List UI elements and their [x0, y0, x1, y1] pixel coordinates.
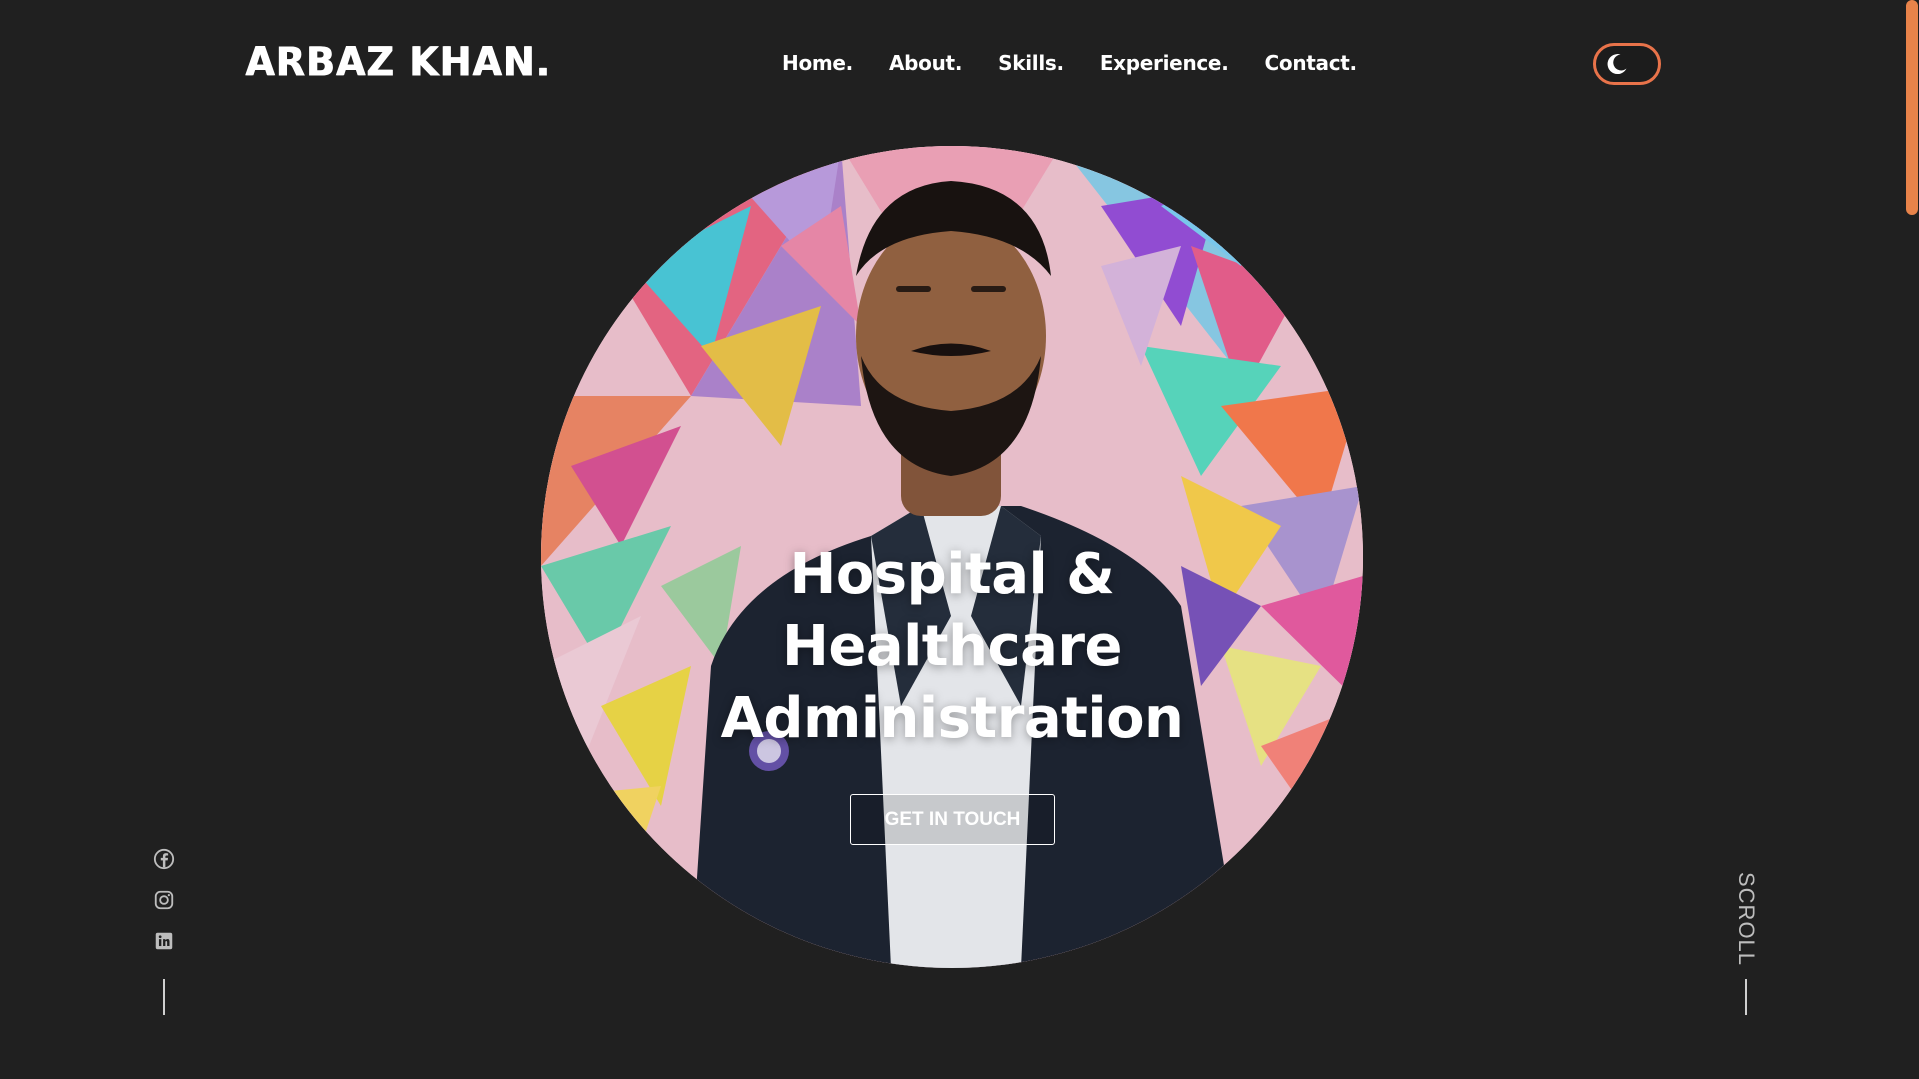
moon-icon — [1607, 54, 1627, 75]
site-logo[interactable]: ARBAZ KHAN. — [245, 39, 551, 85]
get-in-touch-button[interactable]: GET IN TOUCH — [850, 794, 1055, 845]
page: ARBAZ KHAN. Home. About. Skills. Experie… — [0, 0, 1919, 1079]
hero-portrait: Hospital & Healthcare Administration GET… — [541, 146, 1363, 968]
scroll-hint: SCROLL — [1734, 872, 1759, 967]
nav-about[interactable]: About. — [889, 51, 962, 75]
main-nav: Home. About. Skills. Experience. Contact… — [782, 51, 1357, 75]
nav-experience[interactable]: Experience. — [1100, 51, 1229, 75]
scrollbar-thumb[interactable] — [1906, 0, 1918, 215]
instagram-icon[interactable] — [153, 889, 175, 911]
hero-title-line: Administration — [720, 686, 1184, 751]
nav-contact[interactable]: Contact. — [1265, 51, 1358, 75]
scroll-indicator-line — [1745, 979, 1747, 1015]
nav-skills[interactable]: Skills. — [998, 51, 1064, 75]
page-scrollbar[interactable] — [1905, 0, 1919, 1079]
social-links — [153, 848, 175, 971]
linkedin-icon[interactable] — [153, 930, 175, 952]
hero-title-line: Hospital & — [789, 542, 1115, 607]
hero-overlay: Hospital & Healthcare Administration GET… — [541, 146, 1363, 968]
theme-toggle[interactable] — [1593, 43, 1661, 85]
nav-home[interactable]: Home. — [782, 51, 853, 75]
hero-title-line: Healthcare — [781, 614, 1123, 679]
social-divider-line — [163, 979, 165, 1015]
facebook-icon[interactable] — [153, 848, 175, 870]
hero-title: Hospital & Healthcare Administration — [541, 539, 1363, 755]
